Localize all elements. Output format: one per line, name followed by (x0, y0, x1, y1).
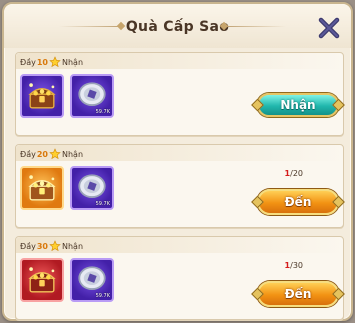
treasure-chest-icon (28, 175, 56, 201)
reward-card-30-stars: Đầy 30 Nhận 59.7K 1/30 Đến (15, 236, 344, 320)
go-button[interactable]: Đến (257, 281, 339, 307)
reward-requirement: Đầy 20 Nhận (20, 147, 83, 161)
star-progress: 1/30 (285, 261, 303, 270)
progress-total: /20 (290, 169, 303, 178)
reward-requirement: Đầy 30 Nhận (20, 239, 83, 253)
progress-total: /30 (290, 261, 303, 270)
reward-slot-chest[interactable] (20, 74, 64, 118)
title-ornament-right (224, 26, 286, 27)
reward-requirement: Đầy 10 Nhận (20, 55, 83, 69)
reward-slot-chest[interactable] (20, 166, 64, 210)
panel-title: Quà Cấp Sao (125, 19, 230, 35)
close-icon (318, 17, 340, 39)
reward-card-20-stars: Đầy 20 Nhận 59.7K 1/20 Đến (15, 144, 344, 228)
star-icon (49, 56, 61, 68)
reward-slot-coin[interactable]: 59.7K (70, 258, 114, 302)
reward-slot-coin[interactable]: 59.7K (70, 166, 114, 210)
claim-button[interactable]: Nhận (257, 93, 339, 117)
star-icon (49, 240, 61, 252)
item-quantity: 59.7K (95, 293, 110, 299)
reward-slot-chest[interactable] (20, 258, 64, 302)
requirement-suffix: Nhận (61, 149, 84, 159)
requirement-suffix: Nhận (61, 57, 84, 67)
go-button[interactable]: Đến (257, 189, 339, 215)
reward-card-10-stars: Đầy 10 Nhận 59.7K Nhận (15, 52, 344, 136)
treasure-chest-icon (28, 83, 56, 109)
requirement-prefix: Đầy (20, 241, 36, 251)
requirement-suffix: Nhận (61, 241, 84, 251)
item-quantity: 59.7K (95, 201, 110, 207)
requirement-stars: 20 (36, 149, 48, 159)
panel-header: Quà Cấp Sao (4, 4, 351, 48)
star-progress: 1/20 (285, 169, 303, 178)
requirement-prefix: Đầy (20, 57, 36, 67)
star-icon (49, 148, 61, 160)
item-quantity: 59.7K (95, 109, 110, 115)
requirement-prefix: Đầy (20, 149, 36, 159)
close-button[interactable] (317, 16, 341, 40)
requirement-stars: 10 (36, 57, 48, 67)
treasure-chest-icon (28, 267, 56, 293)
gift-panel: Quà Cấp Sao Đầy 10 Nhận 59.7K Nhận Đầy 2… (2, 2, 353, 321)
requirement-stars: 30 (36, 241, 48, 251)
reward-slot-coin[interactable]: 59.7K (70, 74, 114, 118)
